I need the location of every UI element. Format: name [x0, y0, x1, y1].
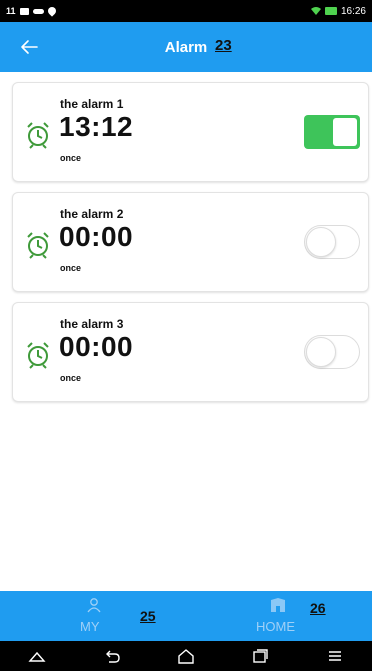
tab-home[interactable]: HOME [245, 591, 325, 641]
alarm-repeat: once [60, 153, 82, 163]
battery-icon [324, 7, 337, 15]
nav-back-button[interactable] [97, 644, 127, 668]
alarm-repeat: once [60, 263, 82, 273]
header-badge: 23 [215, 37, 232, 54]
system-nav-bar [0, 641, 372, 671]
toggle-knob [306, 337, 336, 367]
notification-count: 11 [6, 6, 16, 16]
person-icon [87, 598, 101, 613]
alarm-time: 00:00 [59, 331, 134, 362]
alarm-toggle-2[interactable] [304, 225, 360, 259]
home-outline-icon [178, 649, 194, 664]
alarm-time: 13:12 [59, 111, 134, 142]
screen: 11 16:26 Alarm 23 the alarm 1 13:12 once… [0, 0, 372, 671]
notification-icon [45, 5, 58, 17]
alarm-clock-icon [27, 342, 49, 369]
bottom-tab-bar: MY HOME [0, 591, 372, 641]
tab-label-my: MY [80, 619, 100, 634]
usb-icon [32, 8, 44, 14]
alarm-toggle-3[interactable] [304, 335, 360, 369]
back-button[interactable] [14, 32, 44, 62]
status-bar: 11 16:26 [0, 0, 372, 22]
alarm-clock-icon [27, 232, 49, 259]
wifi-icon [310, 7, 321, 15]
nav-menu-button[interactable] [320, 644, 350, 668]
arrow-left-icon [21, 40, 38, 54]
alarm-name: the alarm 2 [60, 207, 124, 221]
nav-up-button[interactable] [22, 644, 52, 668]
home-icon [271, 598, 285, 612]
toggle-knob [306, 227, 336, 257]
tab-badge-home: 26 [310, 600, 326, 616]
status-right: 16:26 [310, 5, 366, 17]
alarm-repeat: once [60, 373, 82, 383]
tab-my[interactable]: MY [60, 591, 130, 641]
alarm-card-3[interactable]: the alarm 3 00:00 once [12, 302, 369, 402]
alarm-name: the alarm 3 [60, 317, 124, 331]
toggle-knob [333, 118, 357, 146]
nav-recents-button[interactable] [245, 644, 275, 668]
alarm-time: 00:00 [59, 221, 134, 252]
recents-icon [253, 649, 269, 663]
tab-badge-my: 25 [140, 608, 156, 624]
clock-time: 16:26 [340, 5, 366, 17]
alarm-toggle-1[interactable] [304, 115, 360, 149]
alarm-card-1[interactable]: the alarm 1 13:12 once [12, 82, 369, 182]
nav-home-button[interactable] [171, 644, 201, 668]
screen-icon [19, 7, 29, 15]
back-icon [105, 650, 120, 663]
alarm-card-2[interactable]: the alarm 2 00:00 once [12, 192, 369, 292]
tab-label-home: HOME [256, 619, 295, 634]
alarm-name: the alarm 1 [60, 97, 124, 111]
chevron-up-icon [28, 651, 46, 662]
app-header: Alarm 23 [0, 22, 372, 72]
menu-icon [328, 651, 341, 661]
status-left: 11 [6, 5, 58, 17]
page-title: Alarm [164, 38, 208, 56]
alarm-clock-icon [27, 122, 49, 149]
